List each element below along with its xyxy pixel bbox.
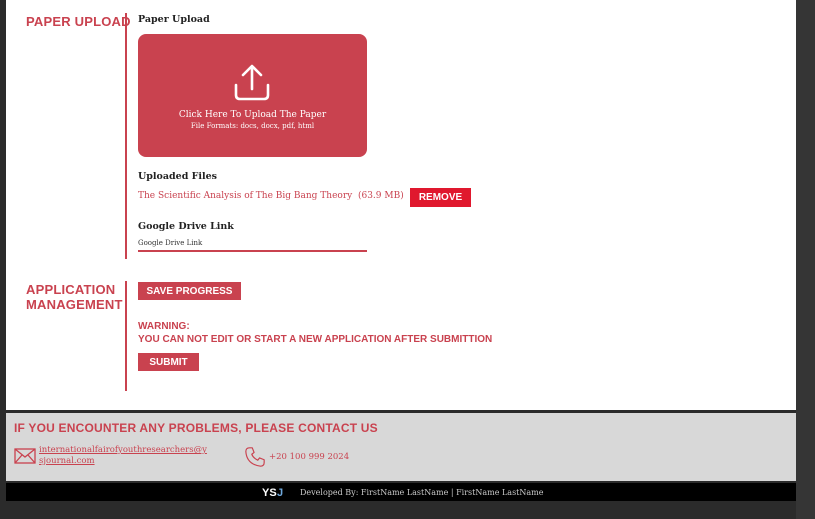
- upload-formats: File Formats: docs, docx, pdf, html: [190, 122, 315, 130]
- mail-icon: [14, 448, 36, 464]
- section-divider: [125, 13, 127, 259]
- save-progress-button[interactable]: Save Progress: [138, 282, 241, 300]
- upload-icon: [234, 64, 270, 101]
- application-title-line1: Application: [26, 282, 116, 297]
- upload-dropzone[interactable]: Click Here To Upload The Paper File Form…: [138, 34, 367, 157]
- developer-credits: Developed By: FirstName LastName | First…: [300, 488, 544, 497]
- uploaded-file-size: (63.9 MB): [357, 191, 404, 201]
- submit-button[interactable]: Submit: [138, 353, 199, 371]
- warning-text: You can not edit or start a new applicat…: [138, 334, 493, 345]
- logo-lettering: YS: [262, 487, 277, 498]
- remove-file-button[interactable]: Remove: [410, 188, 471, 207]
- upload-instruction: Click Here To Upload The Paper: [178, 110, 327, 120]
- uploaded-file-name: The Scientific Analysis of The Big Bang …: [138, 191, 353, 201]
- submission-warning: Warning: You can not edit or start a new…: [138, 320, 492, 346]
- paper-upload-section-title: Paper Upload: [26, 14, 131, 29]
- section-divider: [125, 281, 127, 391]
- contact-section: If you encounter any problems, please co…: [6, 413, 796, 481]
- paper-upload-label: Paper Upload: [138, 14, 210, 25]
- contact-email-link[interactable]: internationalfairofyouthresearchers@ysjo…: [39, 445, 209, 467]
- logo-lettering-accent: J: [277, 487, 283, 498]
- google-drive-input[interactable]: [138, 235, 367, 252]
- uploaded-file[interactable]: The Scientific Analysis of The Big Bang …: [138, 191, 404, 201]
- ysj-logo: YS J: [262, 487, 283, 498]
- uploaded-files-label: Uploaded Files: [138, 171, 218, 182]
- application-section-title: Application Management: [26, 282, 123, 312]
- main-panel: Paper Upload Paper Upload Click Here To …: [6, 0, 796, 410]
- footer: YS J Developed By: FirstName LastName | …: [6, 483, 796, 501]
- application-title-line2: Management: [26, 297, 123, 312]
- phone-icon: [245, 447, 265, 467]
- google-drive-label: Google Drive Link: [138, 221, 234, 232]
- page-gutter: [796, 0, 815, 519]
- contact-title: If you encounter any problems, please co…: [14, 421, 378, 435]
- contact-phone[interactable]: +20 100 999 2024: [269, 452, 349, 462]
- warning-title: Warning:: [138, 321, 190, 332]
